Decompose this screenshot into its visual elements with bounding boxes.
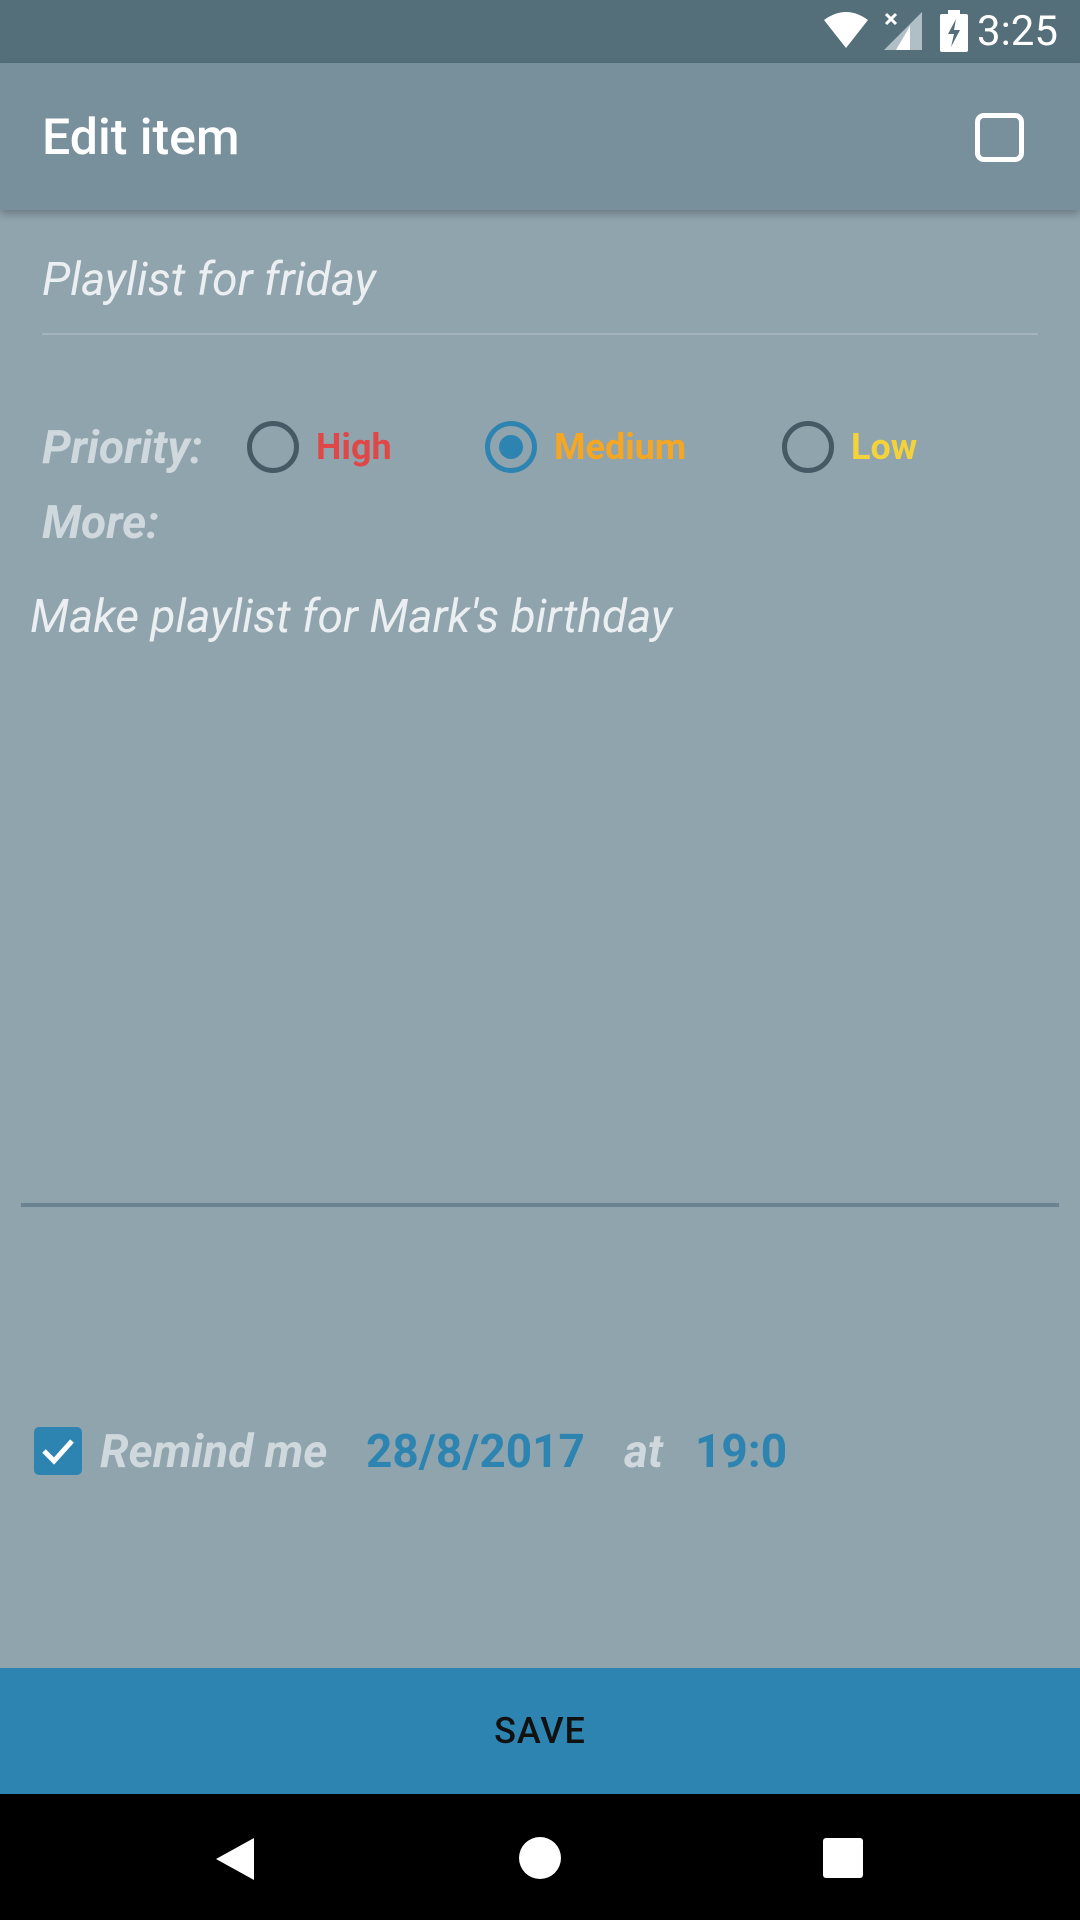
page-title: Edit item — [42, 109, 240, 167]
notes-input[interactable]: Make playlist for Mark's birthday — [30, 585, 1050, 1005]
home-icon[interactable] — [518, 1836, 562, 1884]
remind-me-label: Remind me — [100, 1425, 328, 1479]
status-time: 3:25 — [977, 7, 1058, 56]
back-icon[interactable] — [214, 1836, 256, 1886]
done-checkbox[interactable] — [975, 113, 1024, 162]
priority-medium-label[interactable]: Medium — [554, 421, 686, 473]
app-bar: Edit item — [0, 63, 1080, 210]
recents-icon[interactable] — [823, 1838, 863, 1882]
navigation-bar — [0, 1794, 1080, 1920]
save-button[interactable]: SAVE — [0, 1668, 1080, 1794]
priority-medium-radio[interactable] — [485, 421, 537, 473]
wifi-icon — [822, 10, 870, 54]
reminder-time-button[interactable]: 19:0 — [695, 1420, 787, 1484]
item-title-input[interactable]: Playlist for friday — [42, 245, 1038, 335]
priority-low-radio[interactable] — [782, 421, 834, 473]
priority-high-label[interactable]: High — [316, 421, 392, 473]
battery-charging-icon — [940, 10, 968, 56]
radio-selected-dot — [499, 435, 523, 459]
notes-underline — [21, 1203, 1059, 1207]
reminder-date-button[interactable]: 28/8/2017 — [366, 1420, 585, 1484]
signal-icon — [882, 10, 924, 56]
check-icon — [42, 1439, 74, 1465]
priority-label: Priority: — [42, 421, 203, 475]
reminder-at-label: at — [624, 1425, 663, 1479]
status-bar: 3:25 — [0, 0, 1080, 63]
priority-high-radio[interactable] — [247, 421, 299, 473]
remind-me-checkbox[interactable] — [34, 1427, 82, 1475]
more-label: More: — [42, 496, 160, 550]
priority-low-label[interactable]: Low — [851, 421, 917, 473]
